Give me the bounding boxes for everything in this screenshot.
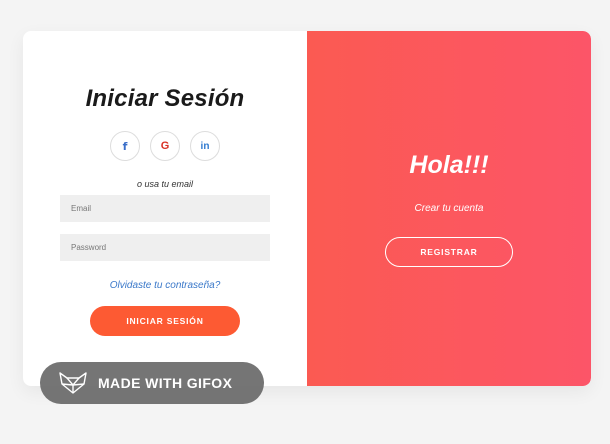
auth-card: Iniciar Sesión f G in o usa tu email Olv… bbox=[23, 31, 591, 386]
google-button[interactable]: G bbox=[150, 131, 180, 161]
social-login-group: f G in bbox=[110, 131, 220, 161]
forgot-password-link[interactable]: Olvidaste tu contraseña? bbox=[23, 280, 307, 291]
signup-heading: Hola!!! bbox=[409, 151, 489, 179]
login-title: Iniciar Sesión bbox=[85, 85, 245, 112]
linkedin-icon: in bbox=[200, 140, 210, 152]
email-alt-text: o usa tu email bbox=[136, 179, 194, 189]
login-panel: Iniciar Sesión f G in o usa tu email Olv… bbox=[23, 31, 307, 386]
google-icon: G bbox=[160, 140, 170, 152]
signup-subtitle: Crear tu cuenta bbox=[414, 203, 484, 214]
fox-logo-icon bbox=[59, 372, 87, 394]
facebook-button[interactable]: f bbox=[110, 131, 140, 161]
signup-panel: Hola!!! Crear tu cuenta REGISTRAR bbox=[307, 31, 591, 386]
password-field[interactable] bbox=[60, 234, 270, 261]
gifox-watermark: MADE WITH GIFOX bbox=[40, 362, 264, 404]
facebook-icon: f bbox=[122, 139, 128, 153]
linkedin-button[interactable]: in bbox=[190, 131, 220, 161]
watermark-text: MADE WITH GIFOX bbox=[98, 375, 233, 391]
email-field[interactable] bbox=[60, 195, 270, 222]
register-button[interactable]: REGISTRAR bbox=[385, 237, 513, 267]
login-button[interactable]: INICIAR SESIÓN bbox=[90, 306, 240, 336]
